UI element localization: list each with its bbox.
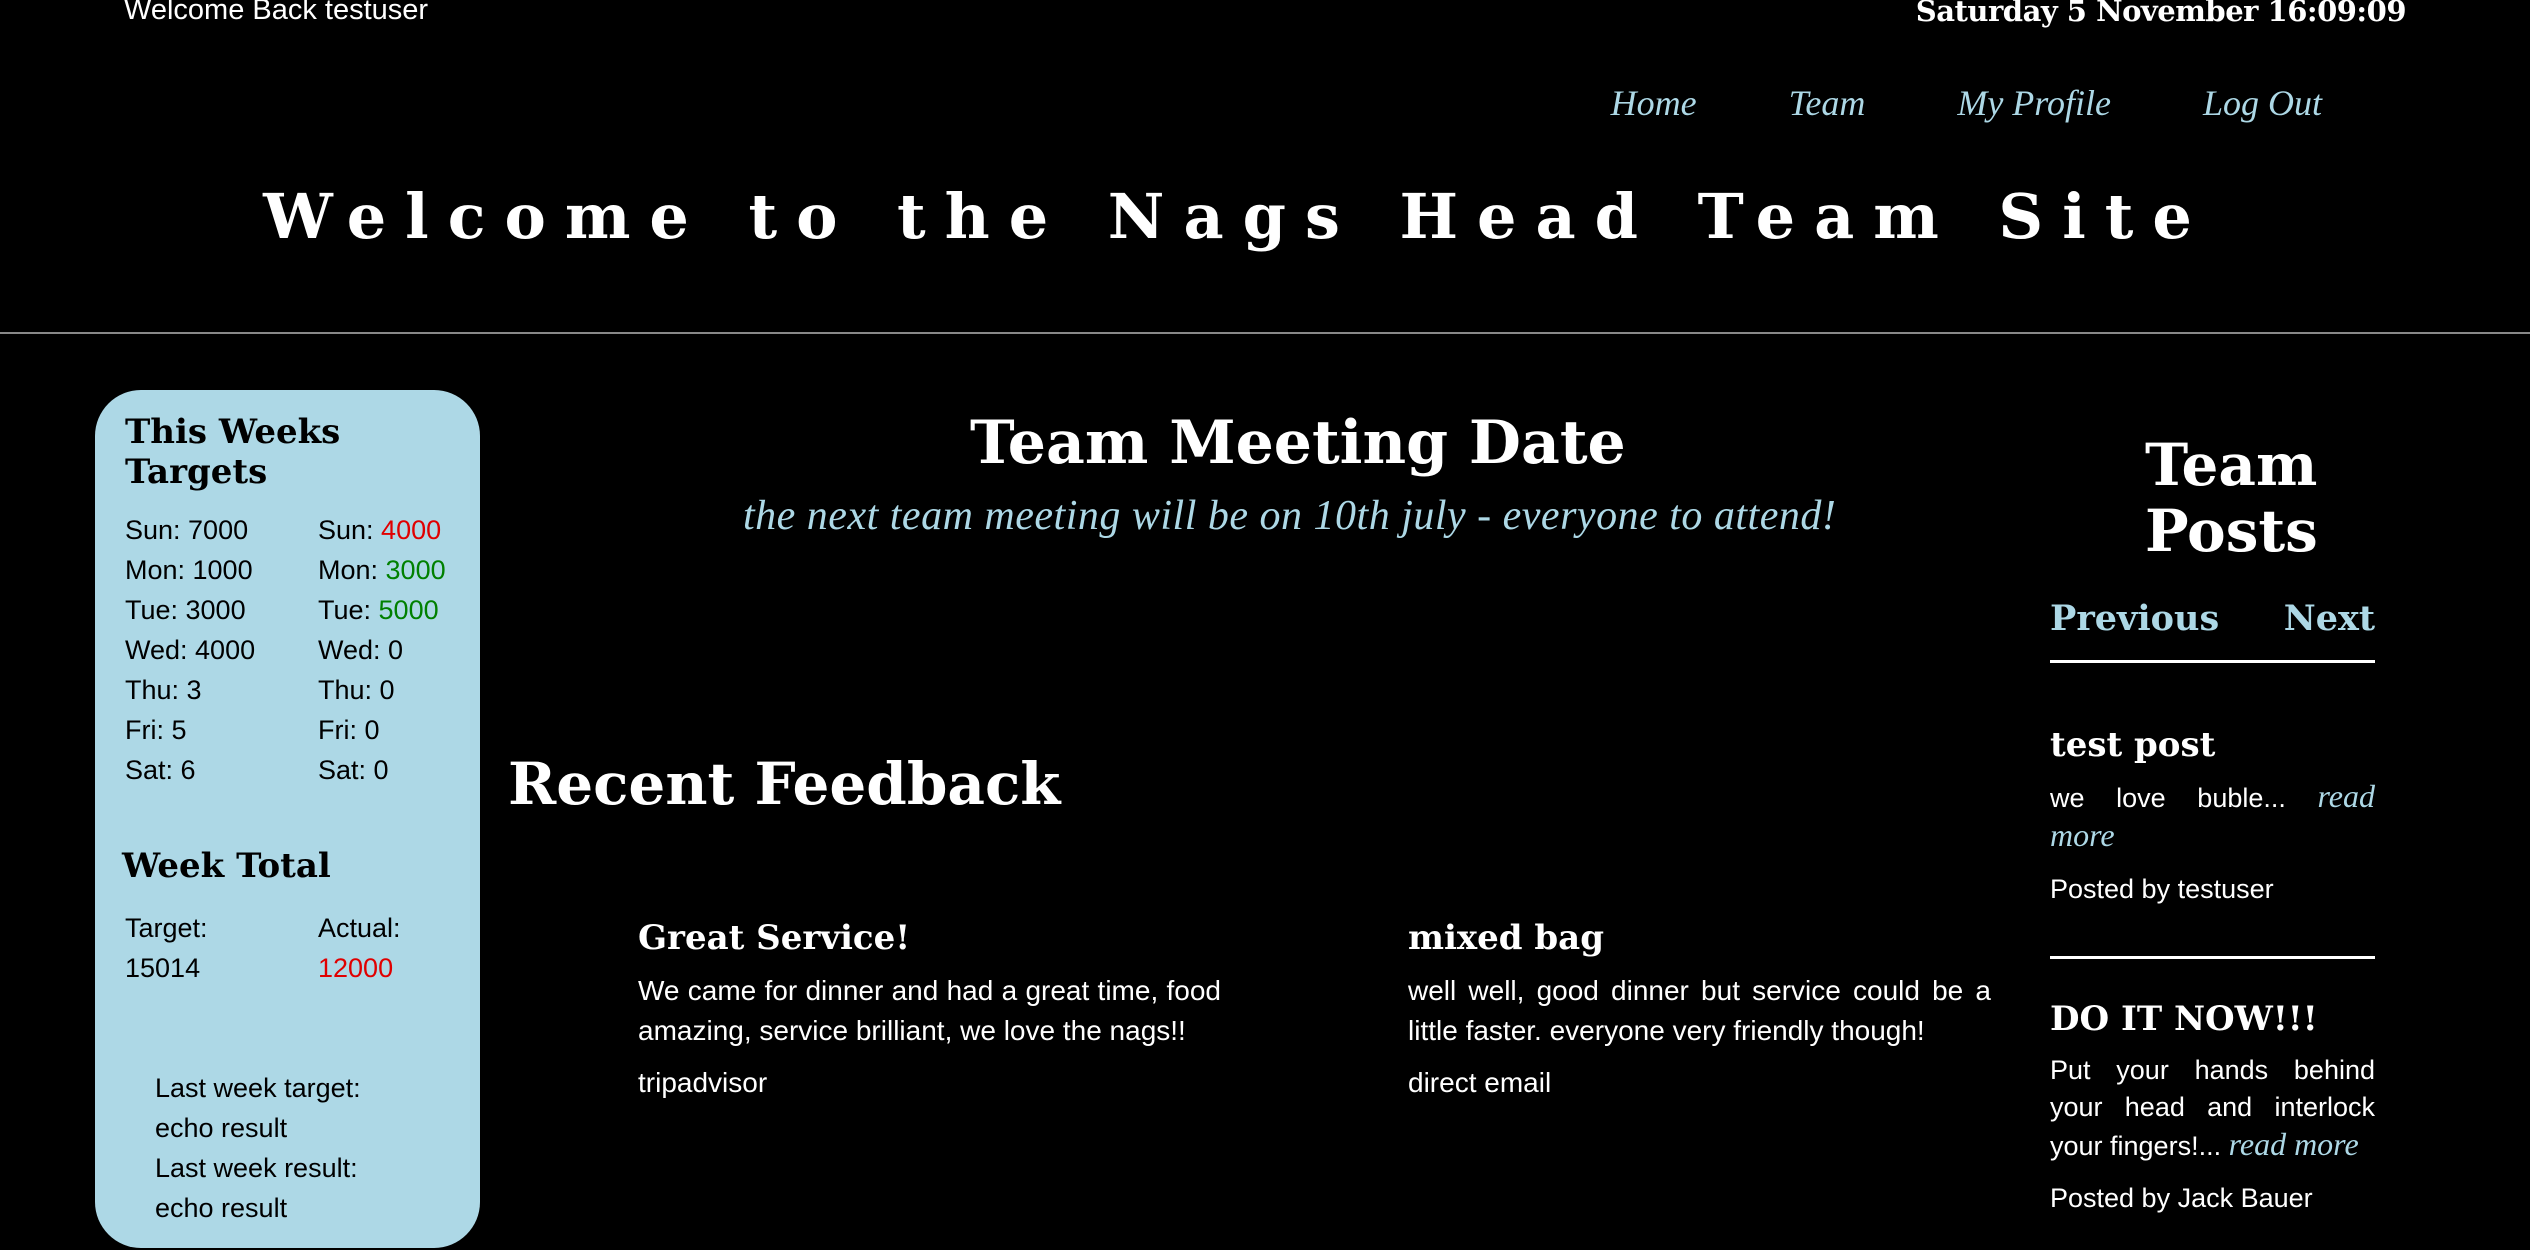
target-day: Sun: 7000 — [125, 515, 249, 545]
actual-day-value: 3000 — [385, 555, 446, 585]
actual-day-value: 4000 — [381, 515, 442, 545]
weekly-targets-card: This Weeks Targets Sun: 7000 Mon: 1000 T… — [95, 390, 480, 1248]
posts-divider — [2050, 660, 2375, 663]
site-title: Welcome to the Nags Head Team Site — [263, 180, 2211, 253]
week-total-target: Target: 15014 — [125, 908, 208, 988]
feedback-item: mixed bag well well, good dinner but ser… — [1408, 915, 1991, 1099]
actual-day: Tue: 5000 — [318, 590, 446, 630]
post-byline: Posted by Jack Bauer — [2050, 1183, 2313, 1213]
target-days-column: Sun: 7000 Mon: 1000 Tue: 3000 Wed: 4000 … — [125, 510, 255, 790]
next-posts-link[interactable]: Next — [2284, 598, 2375, 639]
nav-my-profile-link[interactable]: My Profile — [1957, 82, 2111, 124]
week-total-target-label: Target: — [125, 913, 208, 943]
post-byline: Posted by testuser — [2050, 874, 2274, 904]
actual-day-label: Sun: — [318, 515, 382, 545]
actual-day-value: 0 — [373, 755, 389, 785]
target-day: Sat: 6 — [125, 755, 196, 785]
nav-log-out-link[interactable]: Log Out — [2203, 82, 2322, 124]
meeting-text: the next team meeting will be on 10th ju… — [743, 493, 1837, 539]
header-divider — [0, 332, 2530, 334]
feedback-body: well well, good dinner but service could… — [1408, 975, 1991, 1046]
actual-day: Wed: 0 — [318, 630, 446, 670]
actual-day: Sat: 0 — [318, 750, 446, 790]
target-day: Wed: 4000 — [125, 635, 256, 665]
week-total-actual-value: 12000 — [318, 953, 394, 983]
last-week-target-value: echo result — [155, 1113, 288, 1143]
target-day: Thu: 3 — [125, 675, 202, 705]
nav-team-link[interactable]: Team — [1789, 82, 1866, 124]
feedback-item: Great Service! We came for dinner and ha… — [638, 915, 1221, 1099]
meeting-title: Team Meeting Date — [970, 408, 1626, 478]
target-day: Mon: 1000 — [125, 555, 253, 585]
last-week-result-value: echo result — [155, 1193, 288, 1223]
last-week-summary: Last week target: echo result Last week … — [155, 1068, 361, 1228]
actual-day: Fri: 0 — [318, 710, 446, 750]
post-excerpt: we love buble... read more — [2050, 778, 2375, 856]
targets-heading: This Weeks Targets — [125, 412, 341, 492]
actual-day-value: 0 — [364, 715, 380, 745]
last-week-result-label: Last week result: — [155, 1153, 358, 1183]
actual-day-label: Thu: — [318, 675, 380, 705]
week-total-actual-label: Actual: — [318, 913, 401, 943]
actual-day-label: Mon: — [318, 555, 386, 585]
post-title: DO IT NOW!!! — [2050, 999, 2318, 1039]
post-excerpt-text: we love buble... — [2050, 783, 2286, 813]
page: Welcome Back testuser Saturday 5 Novembe… — [0, 0, 2530, 1250]
post-title: test post — [2050, 725, 2216, 765]
post-item: test post we love buble... read more Pos… — [2050, 722, 2375, 905]
actual-day-label: Fri: — [318, 715, 365, 745]
target-day: Tue: 3000 — [125, 595, 246, 625]
feedback-title: Great Service! — [638, 918, 911, 958]
actual-day: Sun: 4000 — [318, 510, 446, 550]
welcome-message: Welcome Back testuser — [124, 0, 429, 26]
recent-feedback-title: Recent Feedback — [508, 750, 1061, 818]
target-day: Fri: 5 — [125, 715, 187, 745]
actual-days-column: Sun: 4000 Mon: 3000 Tue: 5000 Wed: 0 Thu… — [318, 510, 446, 790]
post-item: DO IT NOW!!! Put your hands behind your … — [2050, 996, 2375, 1214]
last-week-target-label: Last week target: — [155, 1073, 361, 1103]
posts-pager: Previous Next — [2050, 598, 2375, 639]
actual-day-label: Tue: — [318, 595, 379, 625]
team-posts-title: Team Posts — [2145, 431, 2318, 565]
nav-home-link[interactable]: Home — [1611, 82, 1697, 124]
week-total-target-value: 15014 — [125, 953, 201, 983]
week-total-actual: Actual: 12000 — [318, 908, 401, 988]
feedback-source: tripadvisor — [638, 1067, 768, 1098]
actual-day-value: 0 — [388, 635, 404, 665]
feedback-body: We came for dinner and had a great time,… — [638, 975, 1221, 1046]
actual-day: Thu: 0 — [318, 670, 446, 710]
feedback-source: direct email — [1408, 1067, 1552, 1098]
main-nav: Home Team My Profile Log Out — [1611, 82, 2322, 124]
actual-day-value: 0 — [379, 675, 395, 705]
post-excerpt: Put your hands behind your head and inte… — [2050, 1052, 2375, 1165]
current-datetime: Saturday 5 November 16:09:09 — [1915, 0, 2407, 28]
actual-day-label: Sat: — [318, 755, 374, 785]
read-more-link[interactable]: read more — [2229, 1126, 2359, 1162]
feedback-title: mixed bag — [1408, 918, 1604, 958]
week-total-heading: Week Total — [122, 846, 331, 886]
posts-divider — [2050, 956, 2375, 959]
actual-day-value: 5000 — [378, 595, 439, 625]
actual-day: Mon: 3000 — [318, 550, 446, 590]
actual-day-label: Wed: — [318, 635, 389, 665]
previous-posts-link[interactable]: Previous — [2050, 598, 2219, 639]
